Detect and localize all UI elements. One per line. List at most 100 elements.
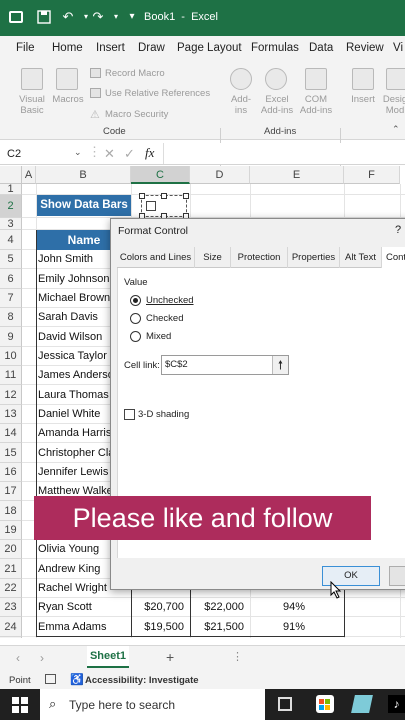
macro-security-button[interactable]: Macro Security (105, 109, 168, 120)
relative-references-button[interactable]: Use Relative References (105, 88, 210, 99)
radio-mixed-label[interactable]: Mixed (146, 331, 171, 342)
accessibility-status[interactable]: Accessibility: Investigate (85, 675, 199, 686)
checkbox-control[interactable] (139, 193, 189, 219)
collapse-dialog-arrow-icon[interactable]: 🠕 (272, 356, 288, 374)
row-header[interactable]: 9 (0, 327, 22, 347)
row-header[interactable]: 20 (0, 540, 22, 559)
checkbox-box[interactable] (146, 201, 156, 211)
column-header[interactable]: E (250, 166, 344, 184)
value-cell[interactable]: $22,000 (190, 598, 244, 617)
tab-data[interactable]: Data (309, 42, 333, 54)
com-addins-button[interactable]: COM Add-ins (296, 94, 336, 116)
row-header[interactable]: 24 (0, 617, 22, 637)
row-header[interactable]: 19 (0, 521, 22, 540)
tab-page-layout[interactable]: Page Layout (177, 42, 242, 54)
cancel-icon[interactable]: ✕ (104, 146, 115, 162)
help-icon[interactable]: ? (395, 224, 401, 236)
redo-dropdown-icon[interactable]: ▾ (108, 9, 124, 25)
value-cell[interactable]: $21,500 (190, 617, 244, 637)
value-cell[interactable]: $19,500 (131, 617, 184, 637)
column-header[interactable]: F (344, 166, 400, 184)
radio-unchecked[interactable] (130, 295, 141, 306)
design-mode-button[interactable]: Desig Mod (380, 94, 405, 116)
function-icon[interactable]: fx (145, 145, 154, 161)
enter-icon[interactable]: ✓ (124, 146, 135, 162)
row-header[interactable]: 4 (0, 230, 22, 250)
tab-protection[interactable]: Protection (231, 247, 288, 268)
value-cell[interactable]: $20,700 (131, 598, 184, 617)
store-icon[interactable] (316, 695, 334, 713)
column-header[interactable]: A (22, 166, 36, 184)
addins-button[interactable]: Add- ins (224, 94, 258, 116)
tiktok-icon[interactable]: ♪ (388, 695, 405, 713)
windows-start-icon[interactable] (12, 697, 28, 713)
sheet-tab-sheet1[interactable]: Sheet1 (87, 646, 129, 668)
macros-button[interactable]: Macros (48, 94, 88, 105)
tab-view[interactable]: Vi (393, 42, 403, 54)
redo-icon[interactable]: ↷ (90, 9, 106, 25)
radio-checked-label[interactable]: Checked (146, 313, 184, 324)
row-header[interactable]: 3 (0, 218, 22, 230)
row-header[interactable]: 23 (0, 598, 22, 617)
tab-control[interactable]: Cont (382, 247, 405, 268)
radio-unchecked-label[interactable]: Unchecked (146, 295, 194, 306)
column-header[interactable]: B (36, 166, 131, 184)
tab-colors-and-lines[interactable]: Colors and Lines (117, 247, 195, 268)
show-data-bars-button[interactable]: Show Data Bars (37, 195, 131, 216)
visual-basic-button[interactable]: Visual Basic (12, 94, 52, 116)
row-header[interactable]: 2 (0, 195, 22, 218)
app-icon[interactable] (351, 695, 373, 713)
select-all-corner[interactable] (0, 166, 22, 184)
row-header[interactable]: 6 (0, 269, 22, 289)
tab-alt-text[interactable]: Alt Text (340, 247, 382, 268)
column-header[interactable]: C (131, 166, 190, 184)
row-header[interactable]: 8 (0, 308, 22, 327)
row-header[interactable]: 11 (0, 366, 22, 385)
name-box[interactable]: C2 (7, 148, 21, 160)
shading-checkbox[interactable] (124, 409, 135, 420)
column-header[interactable]: D (190, 166, 250, 184)
tab-formulas[interactable]: Formulas (251, 42, 299, 54)
excel-addins-button[interactable]: Excel Add-ins (258, 94, 296, 116)
value-cell[interactable]: 94% (250, 598, 338, 617)
record-macro-button[interactable]: Record Macro (105, 68, 165, 79)
tab-file[interactable]: File (16, 42, 35, 54)
row-header[interactable]: 22 (0, 579, 22, 598)
macro-record-icon[interactable] (45, 674, 56, 684)
row-header[interactable]: 5 (0, 250, 22, 269)
task-view-icon[interactable] (278, 697, 292, 711)
row-header[interactable]: 13 (0, 405, 22, 424)
value-cell[interactable]: 91% (250, 617, 338, 637)
row-header[interactable]: 18 (0, 501, 22, 521)
name-cell[interactable]: Emma Adams (38, 617, 130, 637)
row-header[interactable]: 21 (0, 559, 22, 579)
radio-mixed[interactable] (130, 331, 141, 342)
row-header[interactable]: 17 (0, 482, 22, 501)
formula-input[interactable] (163, 143, 405, 164)
row-header[interactable]: 25 (0, 637, 22, 638)
row-header[interactable]: 16 (0, 463, 22, 482)
row-header[interactable]: 15 (0, 443, 22, 463)
row-header[interactable]: 7 (0, 289, 22, 308)
shading-label[interactable]: 3-D shading (138, 409, 189, 420)
collapse-ribbon-icon[interactable]: ⌃ (392, 124, 400, 135)
customize-qat-icon[interactable]: ▾ (124, 9, 140, 25)
tab-draw[interactable]: Draw (138, 42, 165, 54)
name-box-dropdown-icon[interactable]: ⌄ (74, 147, 82, 158)
tab-properties[interactable]: Properties (288, 247, 340, 268)
save-icon[interactable] (36, 9, 52, 25)
tab-size[interactable]: Size (195, 247, 231, 268)
taskbar-search-box[interactable]: ⌕ Type here to search (40, 689, 265, 720)
sheet-options-icon[interactable]: ⋮ (232, 650, 243, 663)
tab-home[interactable]: Home (52, 42, 83, 54)
cell-link-input[interactable]: $C$2 (161, 355, 289, 375)
row-header[interactable]: 10 (0, 347, 22, 366)
name-cell[interactable]: Ryan Scott (38, 598, 130, 617)
cancel-button[interactable] (389, 566, 405, 586)
tab-review[interactable]: Review (346, 42, 384, 54)
tab-insert[interactable]: Insert (96, 42, 125, 54)
prev-sheet-icon[interactable]: ‹ (16, 651, 20, 665)
add-sheet-icon[interactable]: + (166, 649, 174, 665)
undo-icon[interactable]: ↶ (60, 9, 76, 25)
row-header[interactable]: 1 (0, 184, 22, 195)
